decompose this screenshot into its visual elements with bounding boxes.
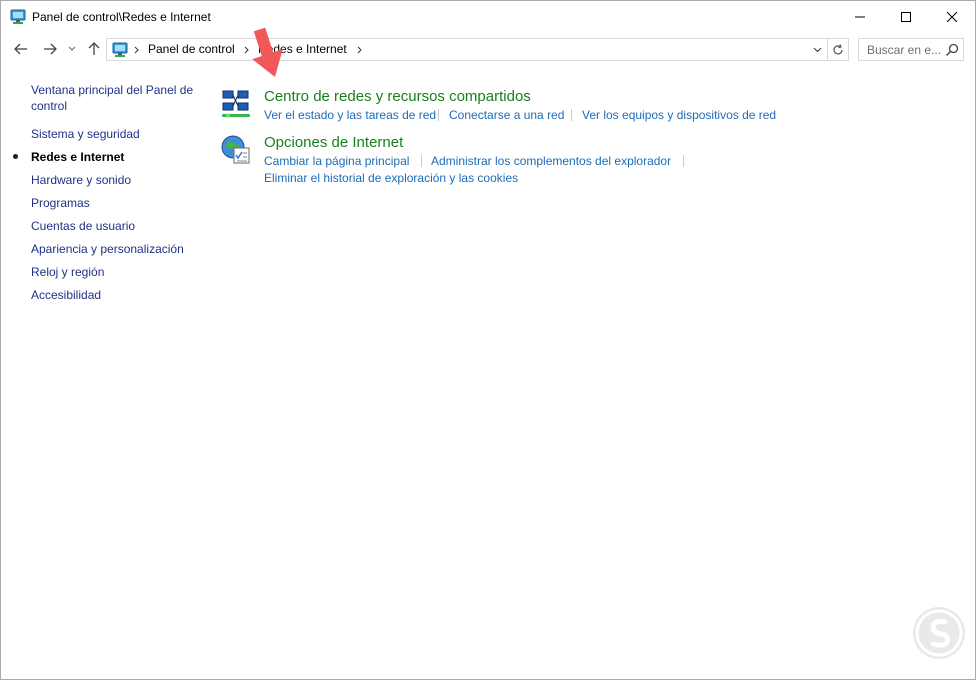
sidebar-item-programs[interactable]: Programas bbox=[31, 195, 90, 211]
network-sharing-center-icon[interactable] bbox=[220, 88, 252, 120]
control-panel-window: Panel de control\Redes e Internet Panel … bbox=[0, 0, 976, 680]
address-dropdown-button[interactable] bbox=[807, 39, 827, 60]
sidebar-item-accessibility[interactable]: Accesibilidad bbox=[31, 287, 101, 303]
maximize-icon bbox=[901, 11, 911, 22]
chevron-right-icon[interactable] bbox=[131, 43, 141, 57]
control-panel-icon bbox=[112, 42, 128, 57]
change-home-page-link[interactable]: Cambiar la página principal bbox=[264, 154, 409, 168]
internet-options-title[interactable]: Opciones de Internet bbox=[264, 134, 403, 151]
sidebar-item-network-internet: Redes e Internet bbox=[31, 150, 125, 164]
back-button[interactable] bbox=[10, 38, 32, 60]
up-button[interactable] bbox=[83, 38, 105, 60]
link-divider bbox=[571, 109, 572, 121]
chevron-right-icon[interactable] bbox=[354, 43, 364, 57]
maximize-button[interactable] bbox=[883, 1, 929, 32]
sidebar-item-system-security[interactable]: Sistema y seguridad bbox=[31, 126, 140, 142]
minimize-icon bbox=[855, 16, 865, 17]
internet-options-icon[interactable] bbox=[220, 134, 252, 166]
delete-browsing-history-link[interactable]: Eliminar el historial de exploración y l… bbox=[264, 171, 518, 185]
link-divider bbox=[683, 155, 684, 167]
arrow-up-icon bbox=[88, 42, 100, 55]
close-icon bbox=[947, 11, 957, 22]
search-input[interactable] bbox=[859, 39, 943, 60]
control-panel-icon bbox=[10, 9, 26, 24]
view-network-devices-link[interactable]: Ver los equipos y dispositivos de red bbox=[582, 108, 776, 122]
chevron-down-icon bbox=[813, 47, 821, 52]
sidebar-item-appearance[interactable]: Apariencia y personalización bbox=[31, 241, 184, 257]
link-divider bbox=[438, 109, 439, 121]
manage-addons-link[interactable]: Administrar los complementos del explora… bbox=[431, 154, 671, 168]
annotation-arrow-icon bbox=[252, 27, 283, 78]
minimize-button[interactable] bbox=[837, 1, 883, 32]
chevron-down-icon bbox=[68, 46, 76, 51]
view-network-status-link[interactable]: Ver el estado y las tareas de red bbox=[264, 108, 436, 122]
title-bar: Panel de control\Redes e Internet bbox=[1, 1, 975, 32]
current-category-bullet bbox=[13, 154, 18, 159]
recent-locations-button[interactable] bbox=[65, 38, 79, 60]
sidebar-item-user-accounts[interactable]: Cuentas de usuario bbox=[31, 218, 135, 234]
chevron-right-icon[interactable] bbox=[241, 43, 251, 57]
sidebar-item-control-panel-home[interactable]: Ventana principal del Panel de control bbox=[31, 82, 201, 114]
arrow-right-icon bbox=[44, 43, 57, 55]
refresh-button[interactable] bbox=[828, 38, 849, 61]
search-icon[interactable] bbox=[945, 43, 959, 57]
connect-to-network-link[interactable]: Conectarse a una red bbox=[449, 108, 564, 122]
arrow-left-icon bbox=[14, 43, 27, 55]
search-box[interactable] bbox=[858, 38, 964, 61]
watermark-logo-icon bbox=[913, 607, 965, 659]
window-title: Panel de control\Redes e Internet bbox=[32, 10, 211, 24]
navigation-bar: Panel de control Redes e Internet bbox=[1, 32, 975, 67]
address-bar[interactable]: Panel de control Redes e Internet bbox=[106, 38, 828, 61]
breadcrumb-control-panel[interactable]: Panel de control bbox=[148, 42, 235, 56]
refresh-icon bbox=[833, 43, 843, 54]
network-sharing-center-title[interactable]: Centro de redes y recursos compartidos bbox=[264, 88, 531, 105]
link-divider bbox=[421, 155, 422, 167]
sidebar-item-clock-region[interactable]: Reloj y región bbox=[31, 264, 104, 280]
forward-button[interactable] bbox=[39, 38, 61, 60]
sidebar-item-hardware-sound[interactable]: Hardware y sonido bbox=[31, 172, 131, 188]
close-button[interactable] bbox=[929, 1, 975, 32]
